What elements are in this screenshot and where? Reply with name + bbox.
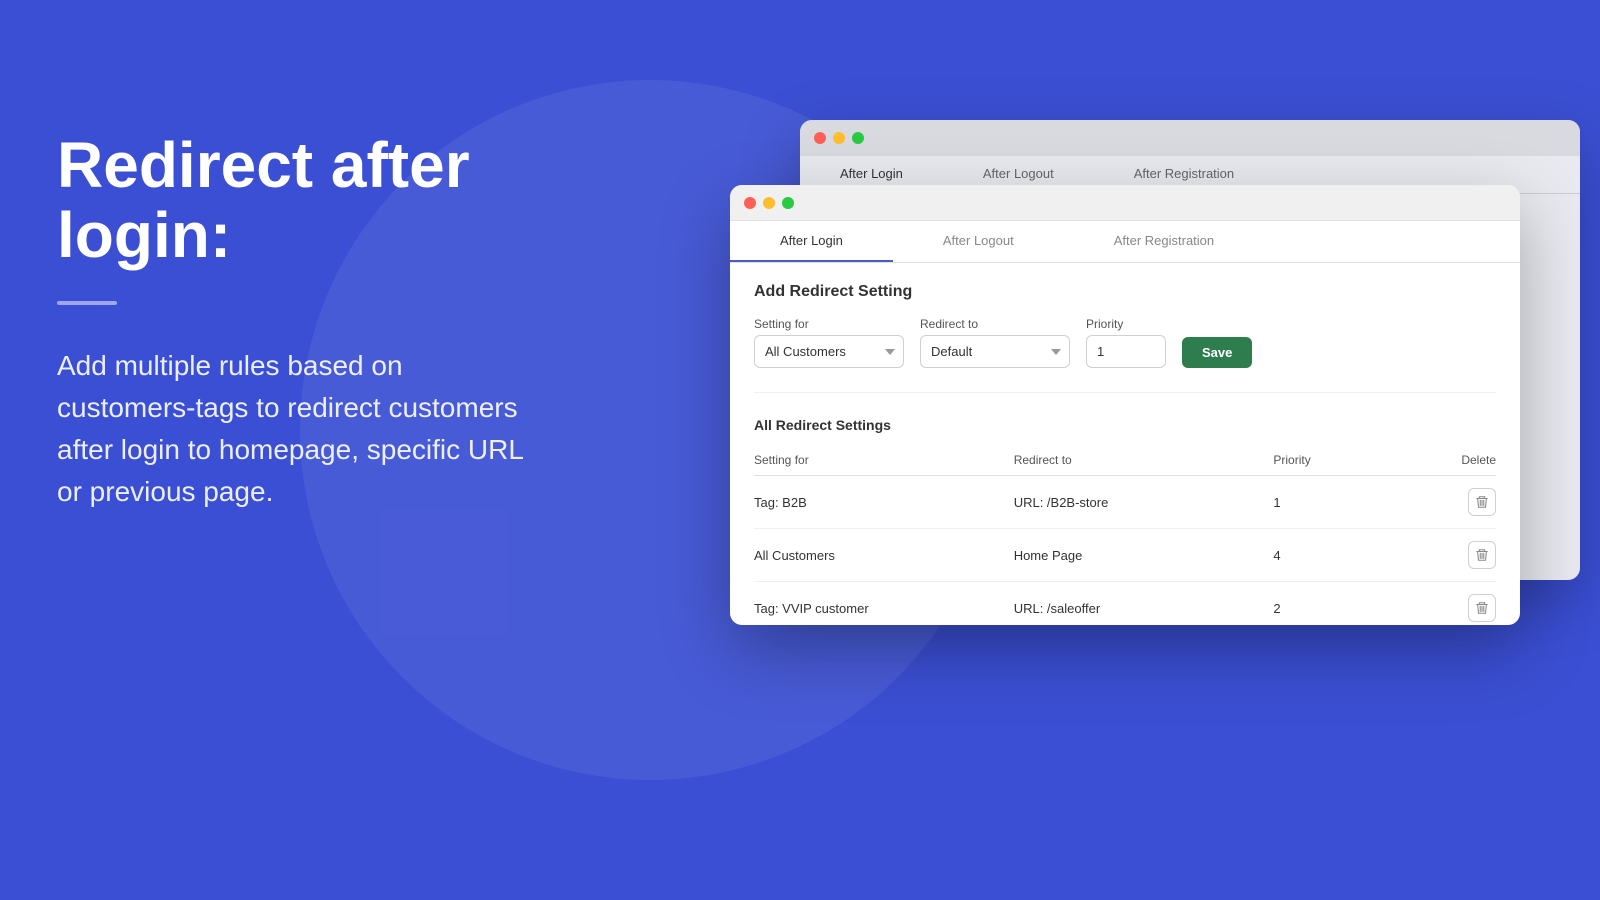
setting-for-label: Setting for bbox=[754, 317, 904, 331]
cell-setting-for: All Customers bbox=[754, 529, 1014, 582]
cell-redirect-to: Home Page bbox=[1014, 529, 1274, 582]
window-content: Add Redirect Setting Setting for All Cus… bbox=[730, 263, 1520, 625]
delete-button[interactable] bbox=[1468, 488, 1496, 516]
page-background: Redirect after login: Add multiple rules… bbox=[0, 0, 1600, 900]
cell-priority: 4 bbox=[1273, 529, 1384, 582]
redirect-to-label: Redirect to bbox=[920, 317, 1070, 331]
table-row: Tag: B2BURL: /B2B-store1 bbox=[754, 476, 1496, 529]
heading-line2: login: bbox=[57, 199, 231, 271]
priority-input[interactable] bbox=[1086, 335, 1166, 368]
add-section-title: Add Redirect Setting bbox=[754, 283, 1496, 301]
col-header-setting: Setting for bbox=[754, 445, 1014, 476]
main-heading: Redirect after login: bbox=[57, 130, 537, 271]
cell-priority: 2 bbox=[1273, 582, 1384, 626]
cell-setting-for: Tag: VVIP customer bbox=[754, 582, 1014, 626]
cell-setting-for: Tag: B2B bbox=[754, 476, 1014, 529]
col-header-priority: Priority bbox=[1273, 445, 1384, 476]
setting-for-select[interactable]: All Customers bbox=[754, 335, 904, 368]
heading-line1: Redirect after bbox=[57, 129, 470, 201]
window-front-tabs: After Login After Logout After Registrat… bbox=[730, 221, 1520, 263]
redirect-to-group: Redirect to Default bbox=[920, 317, 1070, 368]
cell-redirect-to: URL: /B2B-store bbox=[1014, 476, 1274, 529]
delete-button[interactable] bbox=[1468, 594, 1496, 622]
col-header-delete: Delete bbox=[1385, 445, 1496, 476]
priority-group: Priority bbox=[1086, 317, 1166, 368]
tab-after-logout-front[interactable]: After Logout bbox=[893, 221, 1064, 262]
cell-priority: 1 bbox=[1273, 476, 1384, 529]
tab-after-registration-front[interactable]: After Registration bbox=[1064, 221, 1264, 262]
cell-delete bbox=[1385, 582, 1496, 626]
table-section-title: All Redirect Settings bbox=[754, 417, 1496, 433]
table-row: All CustomersHome Page4 bbox=[754, 529, 1496, 582]
cell-delete bbox=[1385, 476, 1496, 529]
redirect-to-select[interactable]: Default bbox=[920, 335, 1070, 368]
divider bbox=[57, 301, 117, 305]
window-front: After Login After Logout After Registrat… bbox=[730, 185, 1520, 625]
setting-for-group: Setting for All Customers bbox=[754, 317, 904, 368]
maximize-dot-front bbox=[782, 197, 794, 209]
save-button[interactable]: Save bbox=[1182, 337, 1252, 368]
cell-delete bbox=[1385, 529, 1496, 582]
redirect-settings-table: Setting for Redirect to Priority Delete … bbox=[754, 445, 1496, 625]
left-section: Redirect after login: Add multiple rules… bbox=[57, 130, 537, 513]
priority-label: Priority bbox=[1086, 317, 1166, 331]
right-section: After Login After Logout After Registrat… bbox=[700, 0, 1600, 900]
description-text: Add multiple rules based on customers-ta… bbox=[57, 345, 537, 513]
cell-redirect-to: URL: /saleoffer bbox=[1014, 582, 1274, 626]
close-dot-back bbox=[814, 132, 826, 144]
add-redirect-form: Setting for All Customers Redirect to De… bbox=[754, 317, 1496, 393]
window-front-titlebar bbox=[730, 185, 1520, 221]
delete-button[interactable] bbox=[1468, 541, 1496, 569]
minimize-dot-front bbox=[763, 197, 775, 209]
col-header-redirect: Redirect to bbox=[1014, 445, 1274, 476]
table-row: Tag: VVIP customerURL: /saleoffer2 bbox=[754, 582, 1496, 626]
maximize-dot-back bbox=[852, 132, 864, 144]
window-back-titlebar bbox=[800, 120, 1580, 156]
tab-after-login-front[interactable]: After Login bbox=[730, 221, 893, 262]
close-dot-front bbox=[744, 197, 756, 209]
minimize-dot-back bbox=[833, 132, 845, 144]
